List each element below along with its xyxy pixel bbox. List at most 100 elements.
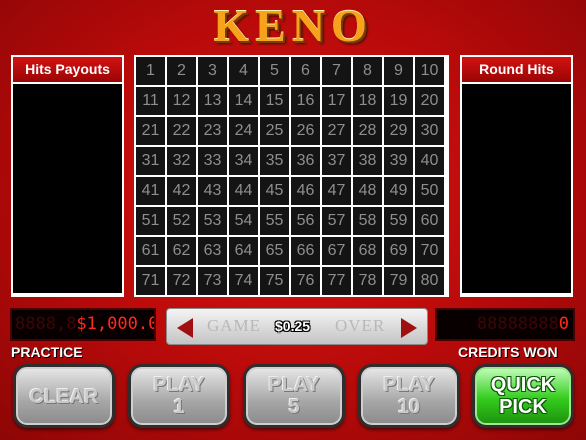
keno-number-cell[interactable]: 12 xyxy=(167,87,196,115)
keno-number-cell[interactable]: 74 xyxy=(229,267,258,295)
keno-number-cell[interactable]: 75 xyxy=(260,267,289,295)
keno-number-cell[interactable]: 69 xyxy=(384,237,413,265)
keno-number-cell[interactable]: 65 xyxy=(260,237,289,265)
keno-number-cell[interactable]: 36 xyxy=(291,147,320,175)
keno-number-cell[interactable]: 52 xyxy=(167,207,196,235)
play-1-button[interactable]: PLAY 1 xyxy=(128,364,230,428)
round-hits-panel: Round Hits xyxy=(460,55,573,297)
keno-number-cell[interactable]: 60 xyxy=(415,207,444,235)
keno-number-cell[interactable]: 8 xyxy=(353,57,382,85)
keno-number-cell[interactable]: 1 xyxy=(136,57,165,85)
keno-number-cell[interactable]: 58 xyxy=(353,207,382,235)
keno-number-cell[interactable]: 7 xyxy=(322,57,351,85)
keno-number-cell[interactable]: 79 xyxy=(384,267,413,295)
keno-number-cell[interactable]: 33 xyxy=(198,147,227,175)
keno-number-cell[interactable]: 42 xyxy=(167,177,196,205)
keno-number-cell[interactable]: 38 xyxy=(353,147,382,175)
keno-number-cell[interactable]: 5 xyxy=(260,57,289,85)
keno-number-cell[interactable]: 76 xyxy=(291,267,320,295)
keno-number-cell[interactable]: 16 xyxy=(291,87,320,115)
keno-number-cell[interactable]: 61 xyxy=(136,237,165,265)
keno-number-cell[interactable]: 14 xyxy=(229,87,258,115)
keno-number-cell[interactable]: 20 xyxy=(415,87,444,115)
keno-number-cell[interactable]: 34 xyxy=(229,147,258,175)
keno-number-cell[interactable]: 10 xyxy=(415,57,444,85)
play-1-label-line2: 1 xyxy=(173,396,185,418)
keno-number-cell[interactable]: 44 xyxy=(229,177,258,205)
keno-number-cell[interactable]: 2 xyxy=(167,57,196,85)
keno-number-cell[interactable]: 27 xyxy=(322,117,351,145)
keno-number-cell[interactable]: 77 xyxy=(322,267,351,295)
keno-number-cell[interactable]: 43 xyxy=(198,177,227,205)
play-10-label-line1: PLAY xyxy=(383,374,435,396)
keno-number-cell[interactable]: 18 xyxy=(353,87,382,115)
play-5-label-line1: PLAY xyxy=(268,374,320,396)
keno-number-cell[interactable]: 53 xyxy=(198,207,227,235)
keno-number-cell[interactable]: 23 xyxy=(198,117,227,145)
keno-number-cell[interactable]: 57 xyxy=(322,207,351,235)
keno-number-cell[interactable]: 73 xyxy=(198,267,227,295)
keno-number-cell[interactable]: 50 xyxy=(415,177,444,205)
credits-won-ghost-digits: 88888888 xyxy=(476,314,559,334)
clear-button-label: CLEAR xyxy=(29,386,99,408)
keno-number-cell[interactable]: 40 xyxy=(415,147,444,175)
keno-number-cell[interactable]: 35 xyxy=(260,147,289,175)
keno-number-cell[interactable]: 21 xyxy=(136,117,165,145)
keno-number-cell[interactable]: 46 xyxy=(291,177,320,205)
keno-number-cell[interactable]: 3 xyxy=(198,57,227,85)
keno-number-cell[interactable]: 70 xyxy=(415,237,444,265)
keno-number-cell[interactable]: 55 xyxy=(260,207,289,235)
keno-number-cell[interactable]: 9 xyxy=(384,57,413,85)
keno-number-cell[interactable]: 28 xyxy=(353,117,382,145)
keno-number-cell[interactable]: 13 xyxy=(198,87,227,115)
keno-number-cell[interactable]: 31 xyxy=(136,147,165,175)
keno-number-cell[interactable]: 4 xyxy=(229,57,258,85)
keno-number-cell[interactable]: 49 xyxy=(384,177,413,205)
keno-number-cell[interactable]: 22 xyxy=(167,117,196,145)
keno-number-cell[interactable]: 66 xyxy=(291,237,320,265)
keno-number-cell[interactable]: 19 xyxy=(384,87,413,115)
keno-number-cell[interactable]: 45 xyxy=(260,177,289,205)
keno-number-cell[interactable]: 71 xyxy=(136,267,165,295)
keno-number-cell[interactable]: 64 xyxy=(229,237,258,265)
game-status-right: OVER xyxy=(335,316,386,335)
keno-number-cell[interactable]: 67 xyxy=(322,237,351,265)
keno-number-cell[interactable]: 51 xyxy=(136,207,165,235)
keno-number-cell[interactable]: 39 xyxy=(384,147,413,175)
hits-payouts-display xyxy=(13,84,122,293)
clear-button[interactable]: CLEAR xyxy=(13,364,115,428)
keno-number-cell[interactable]: 24 xyxy=(229,117,258,145)
play-10-label-line2: 10 xyxy=(397,396,421,418)
credits-won-label: CREDITS WON xyxy=(458,344,558,360)
quick-pick-button[interactable]: QUICK PICK xyxy=(472,364,574,428)
keno-number-cell[interactable]: 59 xyxy=(384,207,413,235)
keno-number-cell[interactable]: 80 xyxy=(415,267,444,295)
play-10-button[interactable]: PLAY 10 xyxy=(358,364,460,428)
keno-number-cell[interactable]: 6 xyxy=(291,57,320,85)
hits-payouts-panel: Hits Payouts xyxy=(11,55,124,297)
keno-number-cell[interactable]: 41 xyxy=(136,177,165,205)
keno-number-cell[interactable]: 26 xyxy=(291,117,320,145)
keno-number-cell[interactable]: 11 xyxy=(136,87,165,115)
keno-number-cell[interactable]: 56 xyxy=(291,207,320,235)
keno-number-cell[interactable]: 72 xyxy=(167,267,196,295)
keno-number-cell[interactable]: 78 xyxy=(353,267,382,295)
keno-number-cell[interactable]: 25 xyxy=(260,117,289,145)
keno-number-cell[interactable]: 30 xyxy=(415,117,444,145)
bet-increase-arrow-icon[interactable] xyxy=(401,318,417,338)
keno-number-cell[interactable]: 29 xyxy=(384,117,413,145)
keno-number-cell[interactable]: 54 xyxy=(229,207,258,235)
keno-number-cell[interactable]: 32 xyxy=(167,147,196,175)
keno-number-cell[interactable]: 63 xyxy=(198,237,227,265)
keno-number-cell[interactable]: 68 xyxy=(353,237,382,265)
keno-number-cell[interactable]: 37 xyxy=(322,147,351,175)
keno-number-cell[interactable]: 48 xyxy=(353,177,382,205)
bet-decrease-arrow-icon[interactable] xyxy=(177,318,193,338)
keno-number-cell[interactable]: 62 xyxy=(167,237,196,265)
credits-won-display: 888888880 xyxy=(435,308,575,341)
credits-display: 8888,8$1,000.00 xyxy=(10,308,156,341)
keno-number-cell[interactable]: 15 xyxy=(260,87,289,115)
keno-number-cell[interactable]: 17 xyxy=(322,87,351,115)
play-5-button[interactable]: PLAY 5 xyxy=(243,364,345,428)
keno-number-cell[interactable]: 47 xyxy=(322,177,351,205)
